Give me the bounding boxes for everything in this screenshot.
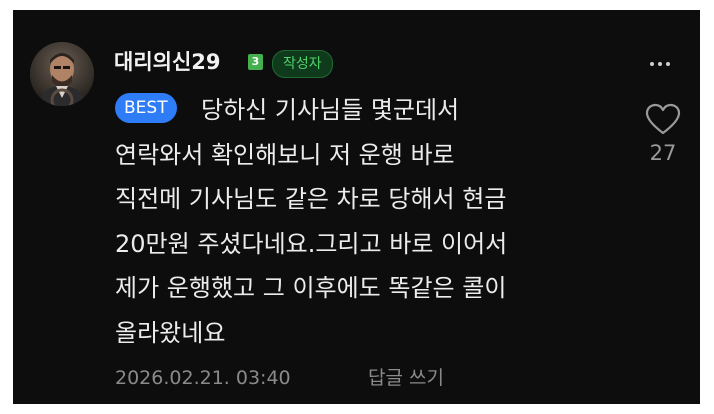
more-options-icon-dot <box>658 62 662 66</box>
like-count: 27 <box>649 141 677 165</box>
author-badge: 작성자 <box>272 50 333 78</box>
comment-line: 제가 운행했고 그 이후에도 똑같은 콜이 <box>115 274 507 302</box>
more-options-icon-dot <box>666 62 670 66</box>
more-options-button[interactable] <box>645 54 675 74</box>
comment-line: 직전메 기사님도 같은 차로 당해서 현금 <box>115 185 507 213</box>
heart-outline-icon <box>645 103 681 135</box>
avatar-image <box>30 42 94 106</box>
comment-card: 대리의신29 3 작성자 BEST 당하신 기사님들 몇군데서 연락와서 확인해… <box>13 10 700 404</box>
more-options-icon <box>650 62 654 66</box>
reply-button[interactable]: 답글 쓰기 <box>368 364 444 392</box>
comment-line: 20만원 주셨다네요.그리고 바로 이어서 <box>115 229 508 258</box>
comment-line: 올라왔네요 <box>115 318 226 347</box>
comment-line: 당하신 기사님들 몇군데서 <box>201 96 460 124</box>
like-button[interactable] <box>643 103 683 137</box>
avatar[interactable] <box>30 42 94 106</box>
comment-body: 당하신 기사님들 몇군데서 연락와서 확인해보니 저 운행 바로 직전메 기사님… <box>115 88 615 355</box>
comment-timestamp: 2026.02.21. 03:40 <box>115 367 291 389</box>
level-badge: 3 <box>248 54 263 70</box>
comment-line: 연락와서 확인해보니 저 운행 바로 <box>115 140 455 169</box>
username[interactable]: 대리의신29 <box>114 47 221 77</box>
